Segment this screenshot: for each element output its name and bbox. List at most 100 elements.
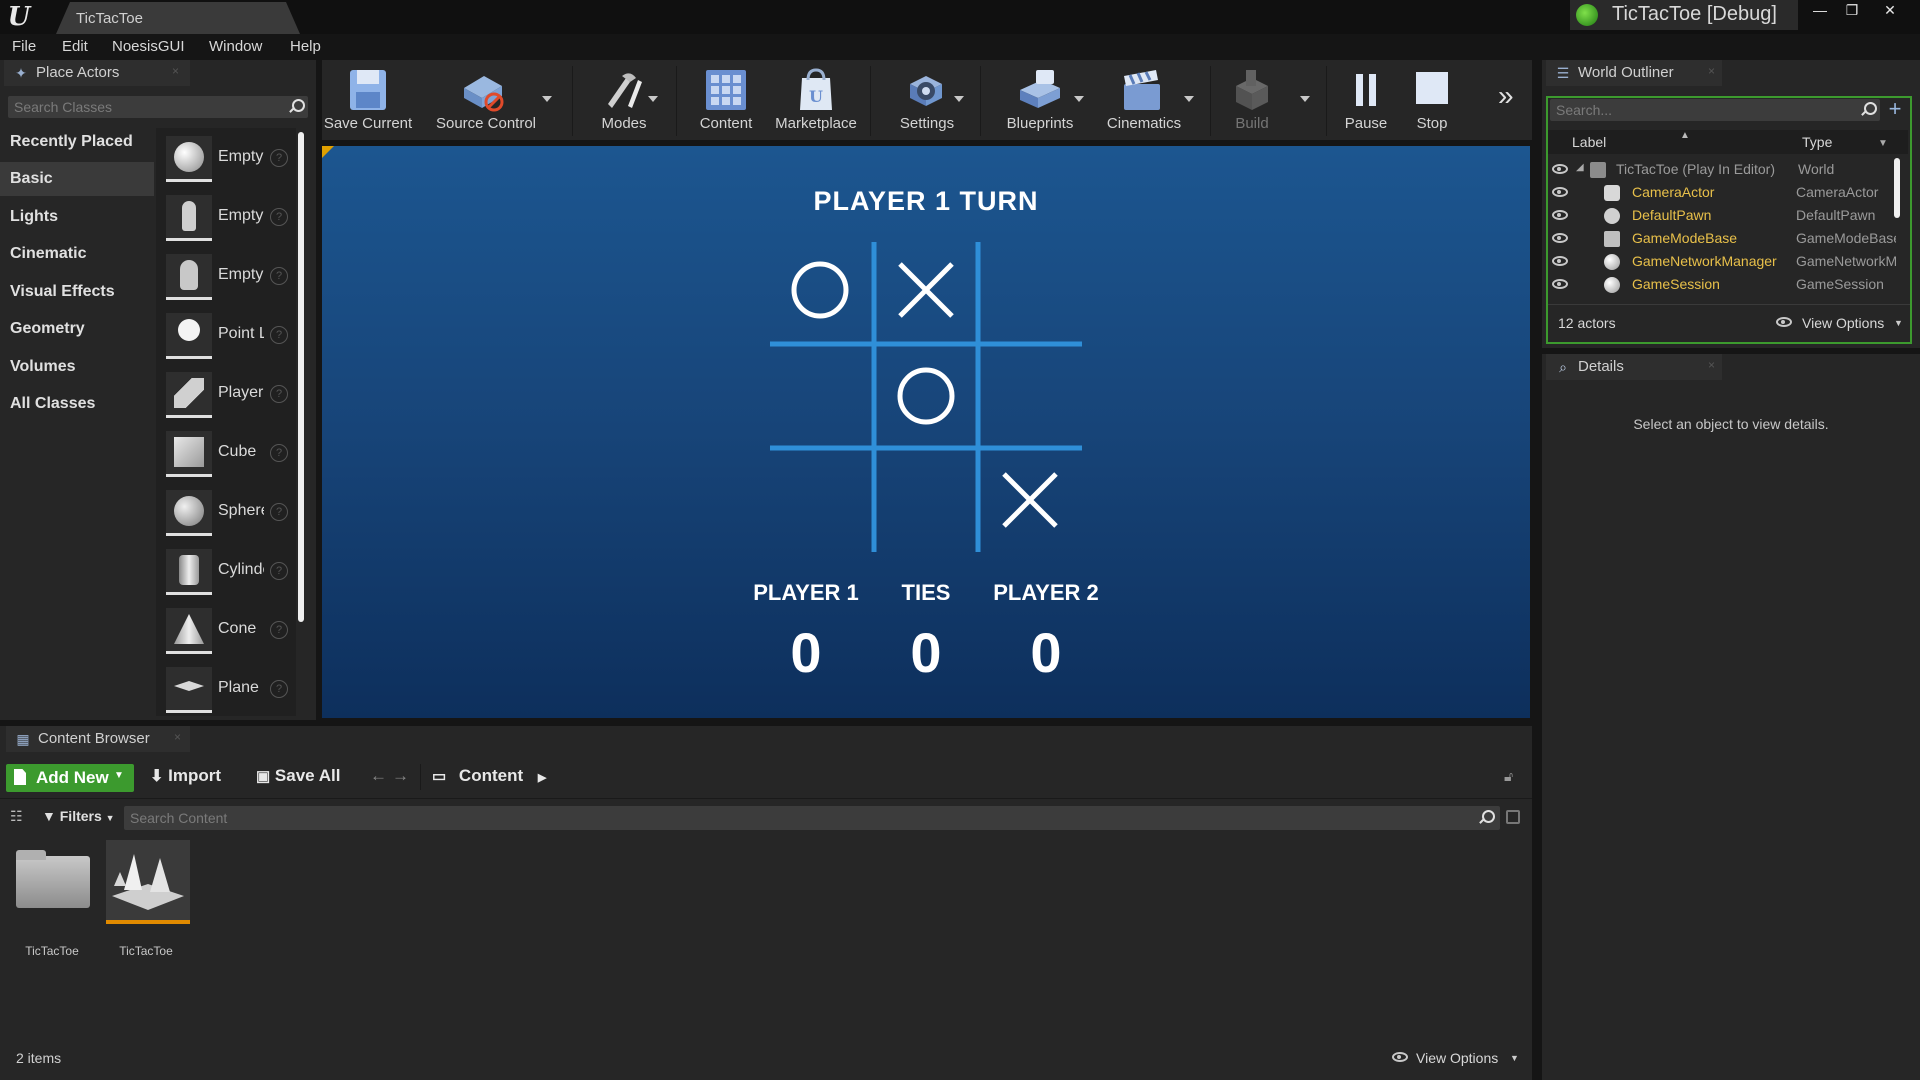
- help-icon[interactable]: ?: [270, 621, 288, 639]
- help-icon[interactable]: ?: [270, 326, 288, 344]
- category-lights[interactable]: Lights: [0, 200, 154, 234]
- build-dropdown-icon[interactable]: [1300, 96, 1310, 102]
- menu-help[interactable]: Help: [290, 38, 321, 55]
- menu-file[interactable]: File: [12, 38, 36, 55]
- visibility-eye-icon[interactable]: [1552, 279, 1568, 289]
- visibility-eye-icon[interactable]: [1552, 164, 1568, 174]
- help-icon[interactable]: ?: [270, 503, 288, 521]
- outliner-scrollbar[interactable]: [1894, 158, 1900, 218]
- maximize-button[interactable]: ❐: [1836, 0, 1868, 22]
- visibility-eye-icon[interactable]: [1552, 233, 1568, 243]
- history-forward-button[interactable]: →: [392, 762, 409, 790]
- outliner-row-world[interactable]: ◢ TicTacToe (Play In Editor) World: [1548, 158, 1898, 181]
- sources-toggle-icon[interactable]: ☷: [10, 808, 30, 826]
- splitter-left[interactable]: [316, 60, 322, 726]
- marketplace-button[interactable]: U Marketplace: [766, 60, 866, 140]
- content-view-options-button[interactable]: View Options ▼: [1392, 1048, 1524, 1068]
- help-icon[interactable]: ?: [270, 149, 288, 167]
- place-actors-tab[interactable]: ✦ Place Actors ×: [4, 60, 190, 86]
- column-dropdown-icon[interactable]: ▼: [1878, 138, 1888, 149]
- splitter-right[interactable]: [1532, 60, 1542, 1080]
- save-search-icon[interactable]: [1506, 810, 1520, 824]
- category-recently-placed[interactable]: Recently Placed: [0, 125, 154, 159]
- help-icon[interactable]: ?: [270, 385, 288, 403]
- category-cinematic[interactable]: Cinematic: [0, 237, 154, 271]
- content-button[interactable]: Content: [686, 60, 766, 140]
- close-button[interactable]: ✕: [1874, 0, 1906, 22]
- category-geometry[interactable]: Geometry: [0, 312, 154, 346]
- category-visual-effects[interactable]: Visual Effects: [0, 275, 154, 309]
- help-icon[interactable]: ?: [270, 208, 288, 226]
- search-icon[interactable]: [1478, 810, 1495, 826]
- column-type-header[interactable]: Type: [1802, 134, 1832, 150]
- actor-item-player-start[interactable]: Player Start ?: [166, 368, 294, 422]
- outliner-row-game-session[interactable]: GameSession GameSession: [1548, 273, 1898, 296]
- visibility-eye-icon[interactable]: [1552, 256, 1568, 266]
- actor-item-empty-actor[interactable]: Empty Actor ?: [166, 132, 294, 186]
- cinematics-button[interactable]: Cinematics: [1096, 60, 1192, 140]
- outliner-row-default-pawn[interactable]: DefaultPawn DefaultPawn: [1548, 204, 1898, 227]
- menu-noesisgui[interactable]: NoesisGUI: [112, 38, 185, 55]
- tab-close-icon[interactable]: ×: [174, 730, 181, 744]
- outliner-row-game-mode-base[interactable]: GameModeBase GameModeBase: [1548, 227, 1898, 250]
- actor-item-empty-character[interactable]: Empty Character ?: [166, 191, 294, 245]
- save-current-button[interactable]: Save Current: [322, 60, 414, 140]
- modes-dropdown-icon[interactable]: [648, 96, 658, 102]
- menu-window[interactable]: Window: [209, 38, 262, 55]
- outliner-row-camera-actor[interactable]: CameraActor CameraActor: [1548, 181, 1898, 204]
- add-folder-icon[interactable]: +: [1884, 98, 1906, 121]
- source-control-button[interactable]: Source Control: [432, 60, 540, 140]
- menu-edit[interactable]: Edit: [62, 38, 88, 55]
- column-label-header[interactable]: Label: [1572, 134, 1606, 150]
- place-actors-search-input[interactable]: Search Classes: [8, 96, 308, 118]
- settings-dropdown-icon[interactable]: [954, 96, 964, 102]
- game-viewport[interactable]: PLAYER 1 TURN PLAYER 1 TIES PLAYER 2 0 0…: [322, 146, 1530, 718]
- actor-item-sphere[interactable]: Sphere ?: [166, 486, 294, 540]
- minimize-button[interactable]: —: [1804, 0, 1836, 22]
- search-icon[interactable]: [288, 99, 305, 115]
- source-control-dropdown-icon[interactable]: [542, 96, 552, 102]
- actor-item-empty-pawn[interactable]: Empty Pawn ?: [166, 250, 294, 304]
- lock-icon[interactable]: 🔓︎: [1504, 768, 1520, 784]
- tab-close-icon[interactable]: ×: [1708, 64, 1715, 78]
- category-all-classes[interactable]: All Classes: [0, 387, 154, 421]
- pause-button[interactable]: Pause: [1334, 60, 1398, 140]
- history-back-button[interactable]: ←: [370, 762, 387, 790]
- more-toolbar-icon[interactable]: »: [1498, 80, 1528, 111]
- actor-item-cone[interactable]: Cone ?: [166, 604, 294, 658]
- path-content-button[interactable]: ▭ Content ▶: [432, 762, 546, 790]
- help-icon[interactable]: ?: [270, 680, 288, 698]
- add-new-button[interactable]: Add New ▼: [6, 764, 134, 792]
- cinematics-dropdown-icon[interactable]: [1184, 96, 1194, 102]
- document-tab[interactable]: TicTacToe: [56, 2, 300, 34]
- blueprints-dropdown-icon[interactable]: [1074, 96, 1084, 102]
- content-browser-tab[interactable]: ▦ Content Browser ×: [6, 726, 190, 752]
- tab-close-icon[interactable]: ×: [1708, 358, 1715, 372]
- help-icon[interactable]: ?: [270, 562, 288, 580]
- visibility-eye-icon[interactable]: [1552, 210, 1568, 220]
- outliner-row-game-network-manager[interactable]: GameNetworkManager GameNetworkManager: [1548, 250, 1898, 273]
- visibility-eye-icon[interactable]: [1552, 187, 1568, 197]
- import-button[interactable]: ⬇ Import: [150, 762, 221, 790]
- help-icon[interactable]: ?: [270, 444, 288, 462]
- actor-item-plane[interactable]: Plane ?: [166, 663, 294, 717]
- category-volumes[interactable]: Volumes: [0, 350, 154, 384]
- build-button[interactable]: Build: [1218, 60, 1286, 140]
- actor-item-cube[interactable]: Cube ?: [166, 427, 294, 481]
- outliner-view-options-button[interactable]: View Options ▼: [1776, 313, 1908, 333]
- outliner-search-input[interactable]: Search...: [1550, 99, 1880, 121]
- search-icon[interactable]: [1860, 102, 1877, 118]
- save-all-button[interactable]: ▣ Save All: [256, 762, 340, 790]
- details-tab[interactable]: ⌕ Details ×: [1546, 354, 1722, 380]
- actor-item-cylinder[interactable]: Cylinder ?: [166, 545, 294, 599]
- expand-arrow-icon[interactable]: ◢: [1576, 162, 1584, 173]
- category-basic[interactable]: Basic: [0, 162, 154, 196]
- tab-close-icon[interactable]: ×: [172, 64, 179, 78]
- content-search-input[interactable]: Search Content: [124, 806, 1500, 830]
- world-outliner-tab[interactable]: ☰ World Outliner ×: [1546, 60, 1722, 86]
- actor-item-point-light[interactable]: Point Light ?: [166, 309, 294, 363]
- help-icon[interactable]: ?: [270, 267, 288, 285]
- place-actors-scrollbar[interactable]: [298, 132, 304, 622]
- stop-button[interactable]: Stop: [1400, 60, 1464, 140]
- filters-button[interactable]: ▼ Filters ▼: [42, 808, 118, 828]
